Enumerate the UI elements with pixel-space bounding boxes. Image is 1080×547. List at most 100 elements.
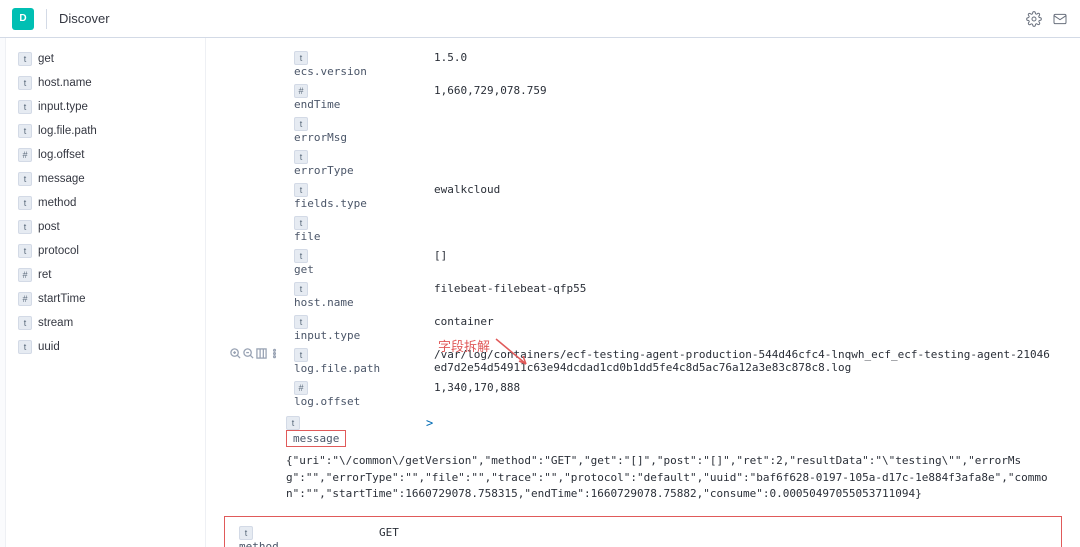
- message-field-label[interactable]: message: [286, 430, 346, 447]
- field-type-text-icon: t: [18, 124, 32, 138]
- mail-icon[interactable]: [1052, 11, 1068, 27]
- sidebar-field-ret[interactable]: # ret: [16, 264, 195, 286]
- field-label: message: [38, 173, 85, 185]
- doc-row-input-type: t input.typecontainer: [224, 312, 1062, 345]
- field-label: ret: [38, 269, 51, 281]
- annotation-label: 字段拆解: [438, 336, 490, 355]
- message-json: {"uri":"\/common\/getVersion","method":"…: [286, 453, 1056, 503]
- field-label: log.file.path: [38, 125, 97, 137]
- sidebar-field-input-type[interactable]: tinput.type: [16, 96, 195, 118]
- doc-row-ecs-version: t ecs.version 1.5.0: [224, 48, 1062, 81]
- field-value: 1,340,170,888: [428, 378, 1062, 411]
- field-type-text-icon: t: [294, 216, 308, 230]
- field-value: [428, 213, 1062, 246]
- field-value: []: [428, 246, 1062, 279]
- sidebar-field-host-name[interactable]: thost.name: [16, 72, 195, 94]
- sidebar-field-post[interactable]: tpost: [16, 216, 195, 238]
- field-label: log.offset: [38, 149, 84, 161]
- doc-row-log-file-path: t log.file.path/var/log/containers/ecf-t…: [224, 345, 1062, 378]
- field-key: get: [294, 263, 314, 276]
- doc-row-endTime: # endTime1,660,729,078.759: [224, 81, 1062, 114]
- field-type-text-icon: t: [294, 117, 308, 131]
- field-type-text-icon: t: [294, 249, 308, 263]
- field-key: errorMsg: [294, 131, 347, 144]
- field-key: method: [239, 540, 279, 547]
- field-key: input.type: [294, 329, 360, 342]
- toggle-column-icon[interactable]: [256, 348, 267, 359]
- field-type-text-icon: t: [18, 340, 32, 354]
- field-key: log.offset: [294, 395, 360, 408]
- field-label: method: [38, 197, 76, 209]
- field-type-text-icon: t: [294, 51, 308, 65]
- top-bar-left: D Discover: [12, 8, 110, 30]
- field-type-text-icon: t: [18, 316, 32, 330]
- doc-row-host-name: t host.name filebeat-filebeat-qfp55: [224, 279, 1062, 312]
- doc-row-errorType: t errorType: [224, 147, 1062, 180]
- doc-row-fields-type: t fields.type ewalkcloud: [224, 180, 1062, 213]
- sidebar-field-method[interactable]: tmethod: [16, 192, 195, 214]
- field-key: errorType: [294, 164, 354, 177]
- sidebar-field-get[interactable]: tget: [16, 48, 195, 70]
- field-value: GET: [373, 523, 1053, 547]
- field-type-number-icon: #: [18, 292, 32, 306]
- field-type-text-icon: t: [18, 52, 32, 66]
- extracted-row-method: t methodGET: [233, 523, 1053, 547]
- sidebar-field-message[interactable]: t message: [16, 168, 195, 190]
- field-label: host.name: [38, 77, 92, 89]
- field-type-text-icon: t: [18, 220, 32, 234]
- extracted-fields-box: t methodGETt post[]t protocoldefaultt re…: [224, 516, 1062, 547]
- field-label: post: [38, 221, 60, 233]
- field-value: filebeat-filebeat-qfp55: [428, 279, 1062, 312]
- sidebar-field-protocol[interactable]: t protocol: [16, 240, 195, 262]
- field-value: 1.5.0: [428, 48, 1062, 81]
- field-value: ewalkcloud: [428, 180, 1062, 213]
- field-type-number-icon: #: [18, 148, 32, 162]
- sidebar-field-uuid[interactable]: tuuid: [16, 336, 195, 358]
- field-type-text-icon: t: [294, 315, 308, 329]
- field-label: uuid: [38, 341, 60, 353]
- top-bar: D Discover: [0, 0, 1080, 38]
- field-type-text-icon: t: [18, 172, 32, 186]
- divider: [46, 9, 47, 29]
- field-key: host.name: [294, 296, 354, 309]
- extracted-fields-table: t methodGETt post[]t protocoldefaultt re…: [233, 523, 1053, 547]
- field-type-text-icon: t: [294, 183, 308, 197]
- filter-for-icon[interactable]: [230, 348, 241, 359]
- field-key: log.file.path: [294, 362, 380, 375]
- field-type-text-icon: t: [294, 282, 308, 296]
- doc-row-file: t file: [224, 213, 1062, 246]
- sidebar-field-log-offset[interactable]: # log.offset: [16, 144, 195, 166]
- field-type-text-icon: t: [18, 196, 32, 210]
- expand-toggle[interactable]: >: [426, 416, 433, 430]
- sidebar-field-stream[interactable]: tstream: [16, 312, 195, 334]
- doc-row-errorMsg: t errorMsg: [224, 114, 1062, 147]
- field-key: file: [294, 230, 321, 243]
- field-type-number-icon: #: [18, 268, 32, 282]
- field-label: stream: [38, 317, 73, 329]
- collapsed-nav[interactable]: [0, 38, 6, 547]
- field-label: startTime: [38, 293, 86, 305]
- field-type-text-icon: t: [18, 100, 32, 114]
- field-value: 1,660,729,078.759: [428, 81, 1062, 114]
- exists-filter-icon[interactable]: [269, 348, 280, 359]
- field-type-number-icon: #: [294, 84, 308, 98]
- message-row: t message > {"uri":"\/common\/getVersion…: [224, 413, 1062, 506]
- field-type-text-icon: t: [18, 244, 32, 258]
- field-key: ecs.version: [294, 65, 367, 78]
- gear-icon[interactable]: [1026, 11, 1042, 27]
- doc-row-get: t get []: [224, 246, 1062, 279]
- app-logo[interactable]: D: [12, 8, 34, 30]
- sidebar-field-startTime[interactable]: # startTime: [16, 288, 195, 310]
- document-panel: t ecs.version 1.5.0# endTime1,660,729,078…: [206, 38, 1080, 547]
- field-value: [428, 114, 1062, 147]
- filter-out-icon[interactable]: [243, 348, 254, 359]
- field-type-text-icon: t: [294, 348, 308, 362]
- page-title: Discover: [59, 11, 110, 26]
- sidebar-field-log-file-path[interactable]: t log.file.path: [16, 120, 195, 142]
- field-key: fields.type: [294, 197, 367, 210]
- arrow-icon: [486, 334, 546, 374]
- field-type-text-icon: t: [294, 150, 308, 164]
- doc-fields-table: t ecs.version 1.5.0# endTime1,660,729,078…: [224, 48, 1062, 411]
- field-value: [428, 147, 1062, 180]
- field-label: protocol: [38, 245, 79, 257]
